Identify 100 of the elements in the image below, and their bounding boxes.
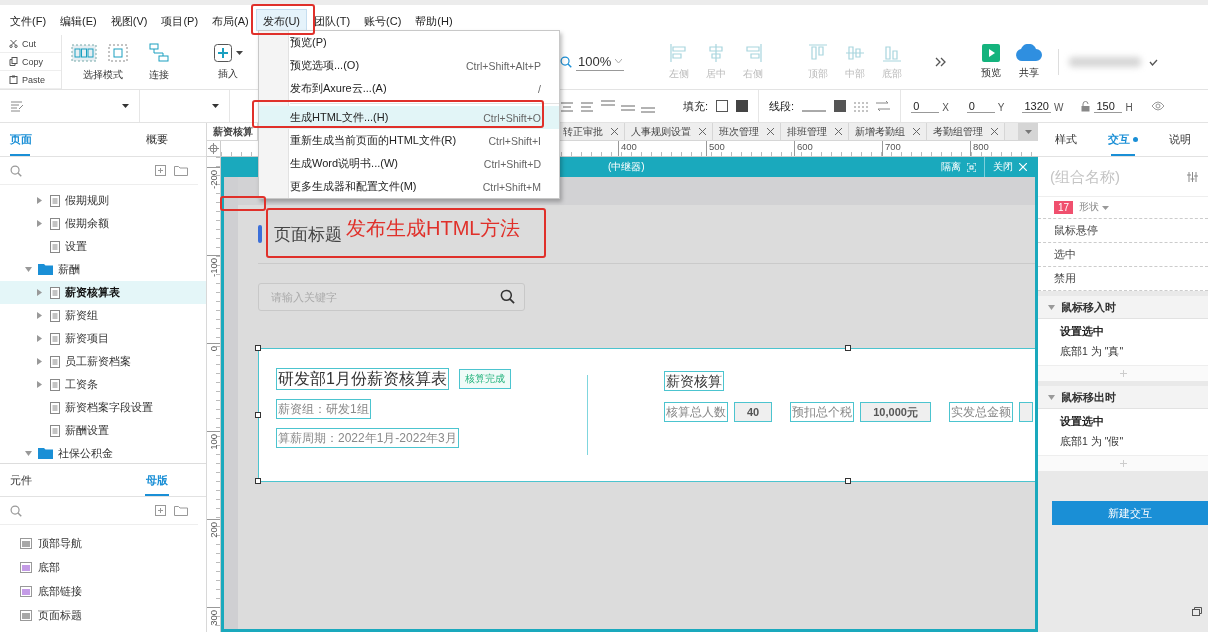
more-icon[interactable] — [935, 57, 947, 67]
master-item[interactable]: 底部 — [0, 555, 206, 579]
panel-tab[interactable]: 概要 — [108, 123, 206, 156]
selection-handle[interactable] — [255, 412, 261, 418]
close-icon[interactable] — [767, 128, 774, 135]
crosshair-icon[interactable] — [208, 143, 219, 154]
search-icon[interactable] — [500, 289, 515, 304]
document-tab[interactable]: 转正审批 — [557, 123, 625, 140]
document-tab[interactable]: 薪资核算 — [207, 123, 258, 140]
plus-icon[interactable] — [1119, 460, 1127, 467]
paste-button[interactable]: Paste — [0, 71, 61, 89]
interaction-state[interactable]: 选中 — [1038, 243, 1208, 267]
copy-button[interactable]: Copy — [0, 53, 61, 71]
page-tree-item[interactable]: 薪资核算表 — [0, 281, 206, 304]
panel-tab[interactable]: 交互 — [1094, 123, 1152, 156]
collapse-arrow-icon[interactable] — [25, 451, 32, 456]
expand-arrow-icon[interactable] — [37, 197, 42, 204]
close-icon[interactable] — [913, 128, 920, 135]
stroke-width-swatch[interactable] — [834, 100, 847, 112]
expand-arrow-icon[interactable] — [37, 220, 42, 227]
panel-tab[interactable]: 说明 — [1151, 123, 1208, 156]
page-tree-item[interactable]: 薪资项目 — [0, 327, 206, 350]
restore-icon[interactable] — [1192, 607, 1202, 616]
master-item[interactable]: 底部链接 — [0, 579, 206, 603]
add-page-icon[interactable] — [155, 505, 166, 516]
close-icon[interactable] — [991, 128, 998, 135]
menu-item[interactable]: 团队(T) — [307, 9, 358, 31]
panel-tab[interactable]: 页面 — [0, 123, 108, 156]
collapse-arrow-icon[interactable] — [1048, 304, 1055, 310]
menu-item[interactable]: 预览选项...(O) Ctrl+Shift+Alt+P — [259, 54, 559, 77]
tool-button[interactable]: 选择模式 — [62, 35, 144, 89]
collapse-arrow-icon[interactable] — [25, 267, 32, 272]
fill-style-swatch[interactable] — [736, 100, 749, 112]
fill-color-swatch[interactable] — [716, 100, 729, 112]
menu-item[interactable]: 发布到Axure云...(A) / — [259, 77, 559, 100]
document-tab[interactable]: 人事规则设置 — [625, 123, 713, 140]
plus-icon[interactable] — [1119, 370, 1127, 377]
menu-item[interactable]: 布局(A) — [205, 9, 256, 31]
selection-handle[interactable] — [255, 478, 261, 484]
page-tree-item[interactable]: 员工薪资档案 — [0, 350, 206, 373]
paragraph-style-icon[interactable] — [10, 100, 24, 112]
event-header[interactable]: 鼠标移出时 — [1038, 386, 1208, 409]
master-item[interactable]: 页面标题 — [0, 603, 206, 627]
new-interaction-button[interactable]: 新建交互 — [1052, 501, 1208, 525]
close-icon[interactable] — [699, 128, 706, 135]
page-tree-item[interactable]: 工资条 — [0, 373, 206, 396]
page-tree-item[interactable]: 假期余额 — [0, 212, 206, 235]
menu-item[interactable]: 帮助(H) — [408, 9, 460, 31]
share-button[interactable]: 共享 — [1010, 35, 1048, 89]
cut-button[interactable]: Cut — [0, 35, 61, 53]
zoom-dropdown[interactable]: 100% — [576, 53, 625, 71]
document-tab[interactable]: 班次管理 — [713, 123, 781, 140]
position-field[interactable]: 0 — [911, 99, 940, 113]
arrow-style-icon[interactable] — [876, 100, 891, 112]
tool-button[interactable]: 连接 — [144, 35, 174, 89]
event-header[interactable]: 鼠标移入时 — [1038, 296, 1208, 319]
menu-item[interactable]: 生成Word说明书...(W) Ctrl+Shift+D — [259, 152, 559, 175]
expand-arrow-icon[interactable] — [37, 335, 42, 342]
name-field[interactable]: (组合名称) — [1038, 157, 1208, 197]
panel-tab[interactable]: 元件 — [0, 464, 108, 496]
page-tree-item[interactable]: 社保公积金 — [0, 442, 206, 463]
tool-button[interactable]: 插入 — [206, 35, 250, 89]
page-tree-item[interactable]: 薪酬设置 — [0, 419, 206, 442]
menu-item[interactable]: 生成HTML文件...(H) Ctrl+Shift+O — [259, 106, 559, 129]
page-tree-item[interactable]: 薪资档案字段设置 — [0, 396, 206, 419]
preview-button[interactable]: 预览 — [972, 35, 1010, 89]
interaction-state[interactable]: 鼠标悬停 — [1038, 219, 1208, 243]
close-icon[interactable] — [611, 128, 618, 135]
collapse-arrow-icon[interactable] — [1048, 394, 1055, 400]
document-tab[interactable]: 新增考勤组 — [849, 123, 927, 140]
position-field[interactable]: 0 — [966, 99, 995, 113]
eye-icon[interactable] — [1150, 101, 1165, 111]
selection-handle[interactable] — [845, 478, 851, 484]
menu-item[interactable]: 预览(P) — [259, 31, 559, 54]
expand-arrow-icon[interactable] — [37, 312, 42, 319]
expand-arrow-icon[interactable] — [37, 381, 42, 388]
stroke-pattern-icon[interactable] — [854, 100, 869, 112]
position-field[interactable]: 150 — [1094, 99, 1123, 113]
add-page-icon[interactable] — [155, 165, 166, 176]
close-icon[interactable] — [835, 128, 842, 135]
selection-handle[interactable] — [845, 345, 851, 351]
lock-icon[interactable] — [1081, 100, 1091, 112]
menu-item[interactable]: 发布(U) — [255, 9, 307, 31]
menu-item[interactable]: 项目(P) — [154, 9, 206, 31]
menu-item[interactable]: 账号(C) — [357, 9, 409, 31]
menu-item[interactable]: 视图(V) — [103, 9, 155, 31]
panel-tab[interactable]: 母版 — [108, 464, 206, 496]
document-tab[interactable]: 考勤组管理 — [927, 123, 1005, 140]
expand-arrow-icon[interactable] — [37, 289, 42, 296]
menu-item[interactable]: 文件(F) — [3, 9, 54, 31]
shape-dropdown[interactable]: 形状 — [1079, 201, 1110, 214]
folder-icon[interactable] — [174, 505, 188, 516]
folder-icon[interactable] — [174, 165, 188, 176]
menu-item[interactable]: 更多生成器和配置文件(M) Ctrl+Shift+M — [259, 175, 559, 198]
expand-arrow-icon[interactable] — [37, 358, 42, 365]
menu-item[interactable]: 重新生成当前页面的HTML文件(R) Ctrl+Shift+I — [259, 129, 559, 152]
document-tab[interactable]: 排班管理 — [781, 123, 849, 140]
master-item[interactable]: 顶部导航 — [0, 531, 206, 555]
panel-tab[interactable]: 样式 — [1038, 123, 1095, 156]
interaction-state[interactable]: 禁用 — [1038, 267, 1208, 291]
